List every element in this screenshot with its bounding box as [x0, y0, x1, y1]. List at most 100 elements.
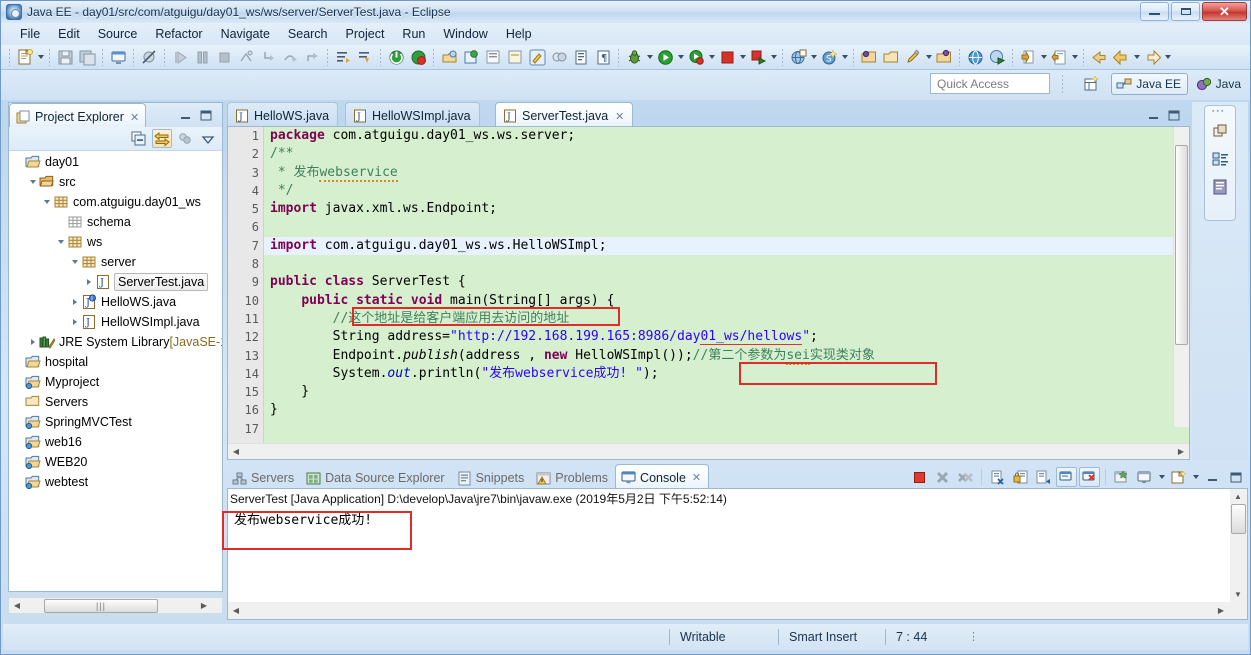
- run-on-server-dropdown-arrow[interactable]: [769, 47, 778, 67]
- highlight-pen-icon[interactable]: [527, 47, 547, 67]
- tree-item-src[interactable]: src: [9, 172, 222, 192]
- editor-tab-hellowsimpl[interactable]: J HelloWSImpl.java: [345, 102, 480, 126]
- edit-dropdown-arrow[interactable]: [924, 47, 933, 67]
- menu-run[interactable]: Run: [393, 25, 434, 43]
- console-tab-close-icon[interactable]: ✕: [692, 471, 701, 484]
- tree-item-hellows-java[interactable]: J I HelloWS.java: [9, 292, 222, 312]
- explorer-minimize-icon[interactable]: [178, 108, 192, 122]
- open-browser-icon[interactable]: [965, 47, 985, 67]
- editor-tab-hellows[interactable]: J HelloWS.java: [227, 102, 339, 126]
- tree-expand-arrow-icon[interactable]: [69, 297, 80, 308]
- status-resize-handle[interactable]: ⋮: [968, 631, 979, 642]
- editor-maximize-icon[interactable]: [1166, 108, 1180, 122]
- console-scroll-left-arrow[interactable]: ◀: [228, 603, 244, 618]
- maximize-button[interactable]: [1171, 2, 1200, 21]
- perspective-java-ee-button[interactable]: Java EE: [1111, 73, 1188, 95]
- editor-scroll-left-arrow[interactable]: ◀: [228, 444, 244, 459]
- save-all-icon[interactable]: [77, 47, 97, 67]
- console-scroll-up-arrow[interactable]: ▲: [1230, 489, 1246, 504]
- skip-breakpoints-icon[interactable]: [139, 47, 159, 67]
- open-folder-icon[interactable]: [881, 47, 901, 67]
- console-content[interactable]: ServerTest [Java Application] D:\develop…: [222, 488, 1248, 620]
- new-folder-icon[interactable]: [859, 47, 879, 67]
- run-icon[interactable]: [655, 47, 675, 67]
- menu-help[interactable]: Help: [497, 25, 541, 43]
- editor-minimize-icon[interactable]: [1146, 108, 1160, 122]
- console-vscroll-thumb[interactable]: [1231, 504, 1246, 534]
- tree-item-servers[interactable]: Servers: [9, 392, 222, 412]
- upload-dropdown-arrow[interactable]: [1070, 47, 1079, 67]
- tree-item-web16[interactable]: web16: [9, 432, 222, 452]
- terminate-button[interactable]: [909, 467, 930, 487]
- run-browser-icon[interactable]: [987, 47, 1007, 67]
- tree-expand-arrow-icon[interactable]: [69, 317, 80, 328]
- menu-project[interactable]: Project: [337, 25, 394, 43]
- console-view-icon[interactable]: [108, 47, 128, 67]
- code-editor[interactable]: 1 2 3 4 5 6 7 8 9 10 11 12 13 14 15 16 1…: [227, 126, 1190, 460]
- show-console-on-output-button[interactable]: [1056, 467, 1077, 487]
- forward-dropdown-arrow[interactable]: [1163, 47, 1172, 67]
- download-dropdown-arrow[interactable]: [1039, 47, 1048, 67]
- show-whitespace-icon[interactable]: [571, 47, 591, 67]
- debug-server-icon[interactable]: [408, 47, 428, 67]
- tab-console[interactable]: Console ✕: [615, 464, 710, 488]
- save-icon[interactable]: [55, 47, 75, 67]
- menu-source[interactable]: Source: [89, 25, 147, 43]
- task-list-view-icon[interactable]: [1209, 176, 1231, 198]
- link-with-editor-icon[interactable]: [152, 129, 172, 148]
- restore-icon[interactable]: [1209, 120, 1231, 142]
- perspective-java-button[interactable]: Java: [1192, 73, 1245, 95]
- quick-access-input[interactable]: Quick Access: [930, 73, 1050, 94]
- new-sql-icon[interactable]: S: [819, 47, 839, 67]
- debug-bug-icon[interactable]: [624, 47, 644, 67]
- outline-view-icon[interactable]: [1209, 148, 1231, 170]
- tree-item-hospital[interactable]: hospital: [9, 352, 222, 372]
- open-editor-icon[interactable]: [483, 47, 503, 67]
- pilcrow-icon[interactable]: ¶: [593, 47, 613, 67]
- upload-icon[interactable]: [1049, 47, 1069, 67]
- tab-snippets[interactable]: Snippets: [452, 466, 532, 488]
- close-button[interactable]: ✕: [1202, 2, 1247, 21]
- editor-vscroll-thumb[interactable]: [1175, 145, 1188, 345]
- explorer-maximize-icon[interactable]: [198, 108, 212, 122]
- tree-expand-arrow-icon[interactable]: [69, 257, 80, 268]
- back-arrow-icon[interactable]: [1111, 47, 1131, 67]
- tree-expand-arrow-icon[interactable]: [27, 177, 38, 188]
- back-dropdown-arrow[interactable]: [1132, 47, 1141, 67]
- tree-item-com-atguigu-day01-ws[interactable]: com.atguigu.day01_ws: [9, 192, 222, 212]
- tree-item-hellowsimpl-java[interactable]: J HelloWSImpl.java: [9, 312, 222, 332]
- new-wizard-icon[interactable]: [15, 47, 35, 67]
- code-text-area[interactable]: package com.atguigu.day01_ws.ws.server; …: [264, 127, 1189, 443]
- console-scroll-right-arrow[interactable]: ▶: [1213, 603, 1229, 618]
- word-wrap-button[interactable]: [1033, 467, 1054, 487]
- console-scroll-down-arrow[interactable]: ▼: [1230, 587, 1246, 602]
- run-on-server-icon[interactable]: [748, 47, 768, 67]
- tab-data-source-explorer[interactable]: Data Source Explorer: [301, 466, 452, 488]
- editor-scroll-right-arrow[interactable]: ▶: [1173, 444, 1189, 459]
- open-console-dropdown-arrow[interactable]: [1191, 467, 1200, 487]
- minimize-button[interactable]: [1140, 2, 1169, 21]
- download-icon[interactable]: [1018, 47, 1038, 67]
- sql-dropdown-arrow[interactable]: [840, 47, 849, 67]
- tree-item-myproject[interactable]: Myproject: [9, 372, 222, 392]
- open-console-button[interactable]: [1168, 467, 1189, 487]
- project-tree[interactable]: day01 src com.atguigu.day01_ws schema ws serv…: [9, 152, 222, 591]
- stop-square-icon[interactable]: [717, 47, 737, 67]
- display-selected-console-button[interactable]: [1134, 467, 1155, 487]
- next-annotation-icon[interactable]: [333, 47, 353, 67]
- debug-dropdown-arrow[interactable]: [645, 47, 654, 67]
- explorer-scroll-right-arrow[interactable]: ▶: [196, 598, 212, 613]
- new-java-project-icon[interactable]: [461, 47, 481, 67]
- menu-window[interactable]: Window: [434, 25, 496, 43]
- tree-item-servertest-java[interactable]: J ServerTest.java: [9, 272, 222, 292]
- open-type-icon[interactable]: [439, 47, 459, 67]
- show-console-on-error-button[interactable]: [1079, 467, 1100, 487]
- pin-console-button[interactable]: [1111, 467, 1132, 487]
- menu-search[interactable]: Search: [279, 25, 337, 43]
- tree-item-ws[interactable]: ws: [9, 232, 222, 252]
- console-maximize-icon[interactable]: [1225, 467, 1246, 487]
- start-server-icon[interactable]: [386, 47, 406, 67]
- explorer-scroll-thumb[interactable]: |||: [44, 598, 158, 613]
- web-service-dropdown-arrow[interactable]: [809, 47, 818, 67]
- toggle-mark-occurrences-icon[interactable]: [505, 47, 525, 67]
